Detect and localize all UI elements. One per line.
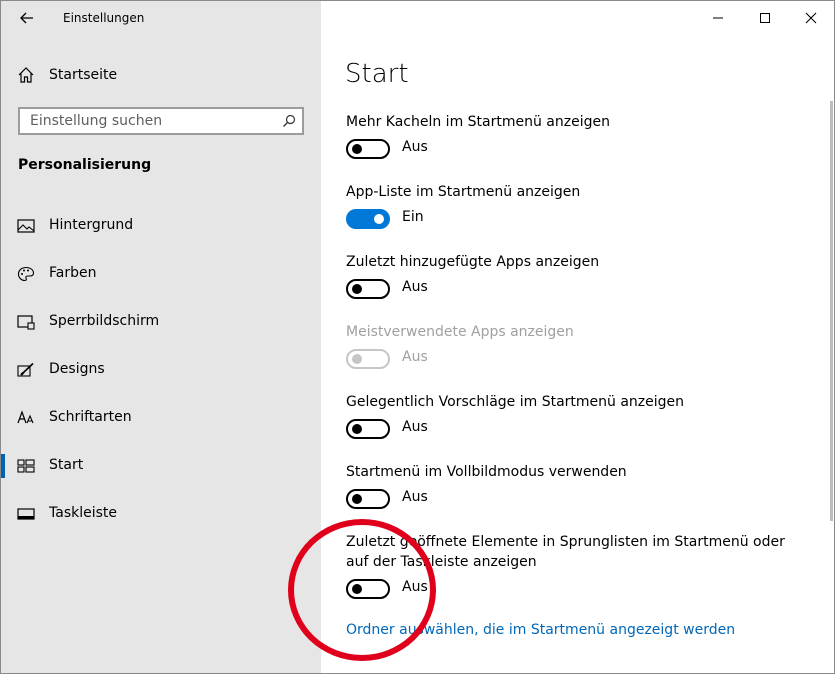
sidebar-item-sperrbildschirm[interactable]: Sperrbildschirm (1, 302, 321, 342)
sidebar-item-designs[interactable]: Designs (1, 350, 321, 390)
section-title: Personalisierung (18, 157, 152, 173)
lock-screen-icon (17, 315, 35, 330)
home-label: Startseite (49, 67, 118, 83)
close-icon (805, 12, 817, 24)
setting-label: App-Liste im Startmenü anzeigen (346, 184, 581, 200)
recent-apps-toggle[interactable] (346, 279, 390, 299)
picture-icon (17, 219, 35, 233)
toggle-state: Aus (402, 349, 428, 365)
setting-label: Startmenü im Vollbildmodus verwenden (346, 464, 627, 480)
home-icon (18, 67, 34, 83)
setting-recent-apps: Zuletzt hinzugefügte Apps anzeigen Aus (346, 252, 796, 307)
sidebar-item-label: Farben (49, 265, 97, 281)
setting-more-tiles: Mehr Kacheln im Startmenü anzeigen Aus (346, 112, 796, 167)
toggle-state: Aus (402, 419, 428, 435)
sidebar-item-label: Taskleiste (49, 505, 118, 521)
sidebar-item-label: Hintergrund (49, 217, 134, 233)
app-list-toggle[interactable] (346, 209, 390, 229)
back-arrow-icon (20, 12, 33, 24)
suggestions-toggle[interactable] (346, 419, 390, 439)
maximize-button[interactable] (754, 7, 776, 29)
setting-label: Zuletzt hinzugefügte Apps anzeigen (346, 254, 600, 270)
sidebar-item-farben[interactable]: Farben (1, 254, 321, 294)
setting-label: Gelegentlich Vorschläge im Startmenü anz… (346, 394, 685, 410)
app-title: Einstellungen (63, 11, 145, 25)
toggle-state: Aus (402, 139, 428, 155)
sidebar-item-label: Start (49, 457, 84, 473)
setting-app-list: App-Liste im Startmenü anzeigen Ein (346, 182, 796, 237)
start-tiles-icon (17, 459, 35, 473)
maximize-icon (760, 13, 770, 23)
minimize-icon (713, 17, 723, 19)
more-tiles-toggle[interactable] (346, 139, 390, 159)
toggle-state: Aus (402, 489, 428, 505)
sidebar: Einstellungen Startseite Einstellung suc… (1, 1, 321, 673)
sidebar-item-taskleiste[interactable]: Taskleiste (1, 494, 321, 534)
search-icon (283, 114, 296, 127)
scrollbar[interactable] (830, 101, 833, 521)
taskbar-icon (17, 508, 35, 520)
search-input[interactable]: Einstellung suchen (18, 107, 304, 135)
sidebar-item-label: Schriftarten (49, 409, 132, 425)
sidebar-item-schriftarten[interactable]: Schriftarten (1, 398, 321, 438)
sidebar-item-label: Designs (49, 361, 105, 377)
sidebar-item-label: Sperrbildschirm (49, 313, 160, 329)
sidebar-item-home[interactable]: Startseite (17, 64, 117, 86)
setting-label: Meistverwendete Apps anzeigen (346, 324, 574, 340)
toggle-state: Ein (402, 209, 424, 225)
sidebar-item-hintergrund[interactable]: Hintergrund (1, 206, 321, 246)
fullscreen-toggle[interactable] (346, 489, 390, 509)
setting-most-used: Meistverwendete Apps anzeigen Aus (346, 322, 796, 377)
setting-label: Mehr Kacheln im Startmenü anzeigen (346, 114, 610, 130)
paintbrush-icon (17, 362, 34, 377)
search-placeholder: Einstellung suchen (30, 113, 163, 129)
sidebar-item-start[interactable]: Start (1, 446, 321, 486)
toggle-state: Aus (402, 279, 428, 295)
close-button[interactable] (800, 7, 822, 29)
minimize-button[interactable] (707, 7, 729, 29)
annotation-circle (288, 519, 436, 661)
fonts-icon (17, 410, 34, 424)
page-title: Start (345, 59, 409, 89)
setting-fullscreen: Startmenü im Vollbildmodus verwenden Aus (346, 462, 796, 517)
back-button[interactable] (15, 7, 39, 29)
settings-window: Einstellungen Startseite Einstellung suc… (0, 0, 835, 674)
most-used-toggle (346, 349, 390, 369)
selection-indicator (1, 454, 5, 478)
setting-suggestions: Gelegentlich Vorschläge im Startmenü anz… (346, 392, 796, 447)
palette-icon (17, 266, 35, 282)
